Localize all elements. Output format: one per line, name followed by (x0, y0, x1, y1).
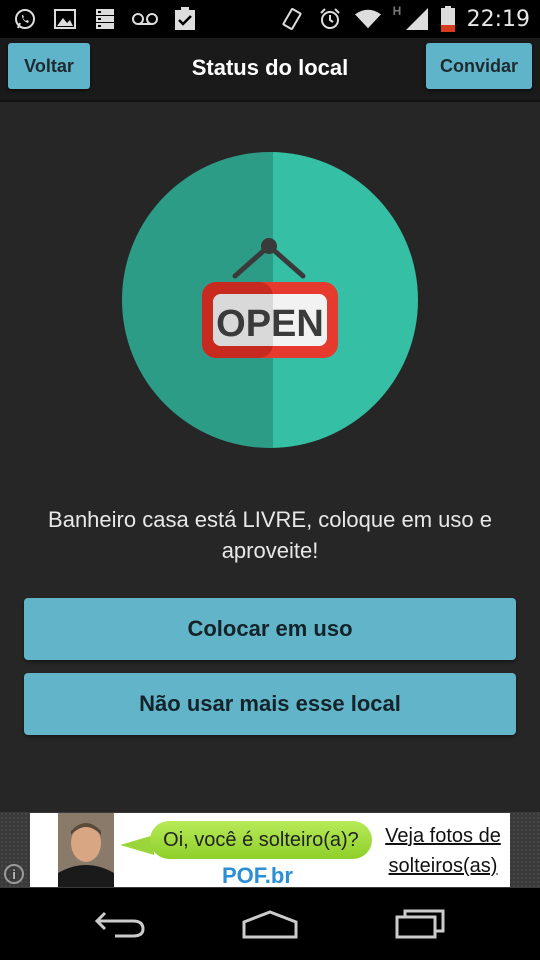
signal-icon: H (392, 4, 429, 32)
ad-bubble: Oi, você é solteiro(a)? (150, 821, 372, 859)
ad-banner[interactable]: Oi, você é solteiro(a)? POF.br Veja foto… (30, 813, 510, 888)
ad-cta: Veja fotos de solteiros(as) (380, 821, 506, 881)
stop-using-location-button[interactable]: Não usar mais esse local (24, 673, 516, 735)
storage-icon (92, 6, 118, 32)
sign-text: OPEN (216, 303, 324, 345)
invite-button[interactable]: Convidar (426, 43, 532, 89)
ad-info-icon[interactable]: i (4, 864, 24, 884)
open-sign-illustration: OPEN (122, 152, 418, 448)
ad-brand: POF.br (222, 863, 293, 888)
home-nav-icon[interactable] (240, 906, 300, 942)
whatsapp-icon (12, 6, 38, 32)
clipboard-check-icon (172, 6, 198, 32)
notification-icons (0, 6, 198, 32)
navigation-bar (0, 888, 540, 960)
wifi-icon (354, 6, 381, 32)
ad-cta-line1: Veja fotos de (385, 825, 501, 847)
action-bar: Voltar Status do local Convidar (0, 38, 540, 102)
voicemail-icon (132, 6, 158, 32)
ad-cta-line2: solteiros(as) (388, 855, 498, 877)
status-message: Banheiro casa está LIVRE, coloque em uso… (48, 507, 492, 563)
put-in-use-button[interactable]: Colocar em uso (24, 598, 516, 660)
recent-apps-icon[interactable] (390, 906, 450, 942)
image-icon (52, 6, 78, 32)
vibrate-icon (279, 6, 305, 32)
back-nav-icon[interactable] (90, 906, 150, 942)
system-icons: H 22:19 (279, 4, 540, 32)
battery-icon (440, 6, 455, 32)
status-bar: H 22:19 (0, 0, 540, 38)
network-type: H (392, 4, 402, 18)
alarm-icon (317, 6, 343, 32)
ad-bubble-tail (120, 835, 154, 855)
open-sign-icon: OPEN (122, 152, 418, 448)
ad-photo (58, 813, 114, 887)
clock: 22:19 (466, 6, 530, 32)
